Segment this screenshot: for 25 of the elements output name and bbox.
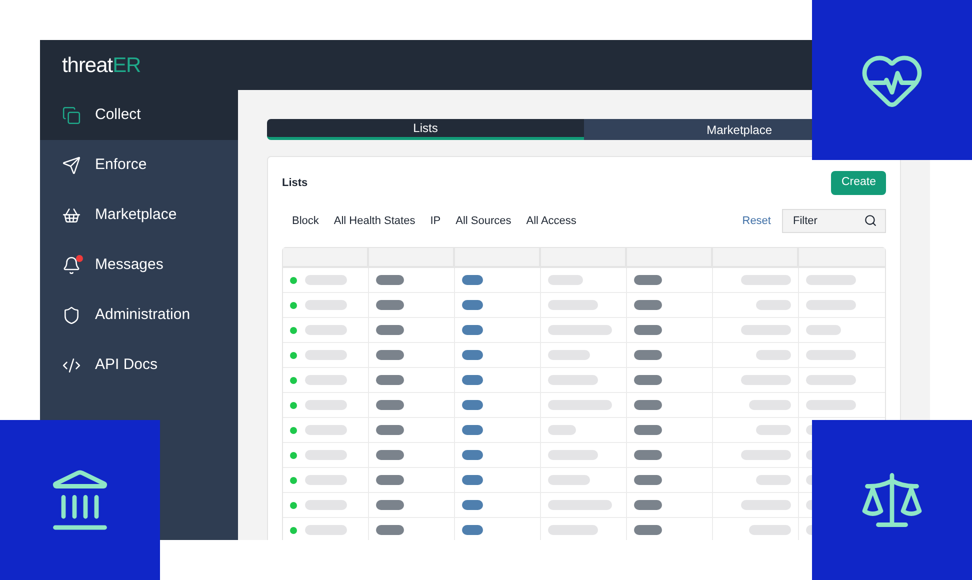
filter-option[interactable]: All Health States xyxy=(334,212,416,230)
filter-option[interactable]: All Sources xyxy=(456,212,512,230)
tab[interactable]: Marketplace xyxy=(584,119,812,140)
sidebar-item[interactable]: API Docs xyxy=(40,340,238,390)
search-icon xyxy=(864,214,877,227)
sidebar-item[interactable]: Messages xyxy=(40,240,238,290)
bell-icon xyxy=(62,256,81,274)
sidebar-item[interactable]: Enforce xyxy=(40,140,238,190)
sidebar-item[interactable]: Collect xyxy=(40,90,238,140)
card-title: Lists xyxy=(282,176,308,191)
tab[interactable]: Lists xyxy=(267,119,584,140)
sidebar-item[interactable]: Administration xyxy=(40,290,238,340)
code-icon xyxy=(62,356,81,374)
sidebar-item[interactable]: Marketplace xyxy=(40,190,238,240)
create-button[interactable]: Create xyxy=(831,171,886,195)
filter-field[interactable]: Filter xyxy=(782,209,886,233)
basket-icon xyxy=(62,206,81,224)
send-icon xyxy=(62,156,81,174)
logo: threatER xyxy=(62,54,141,76)
copy-icon xyxy=(62,106,81,124)
shield-icon xyxy=(62,306,81,324)
filter-option[interactable]: Block xyxy=(292,212,319,230)
reset-link[interactable]: Reset xyxy=(742,212,771,230)
filter-option[interactable]: IP xyxy=(430,212,441,230)
filter-option[interactable]: All Access xyxy=(526,212,576,230)
